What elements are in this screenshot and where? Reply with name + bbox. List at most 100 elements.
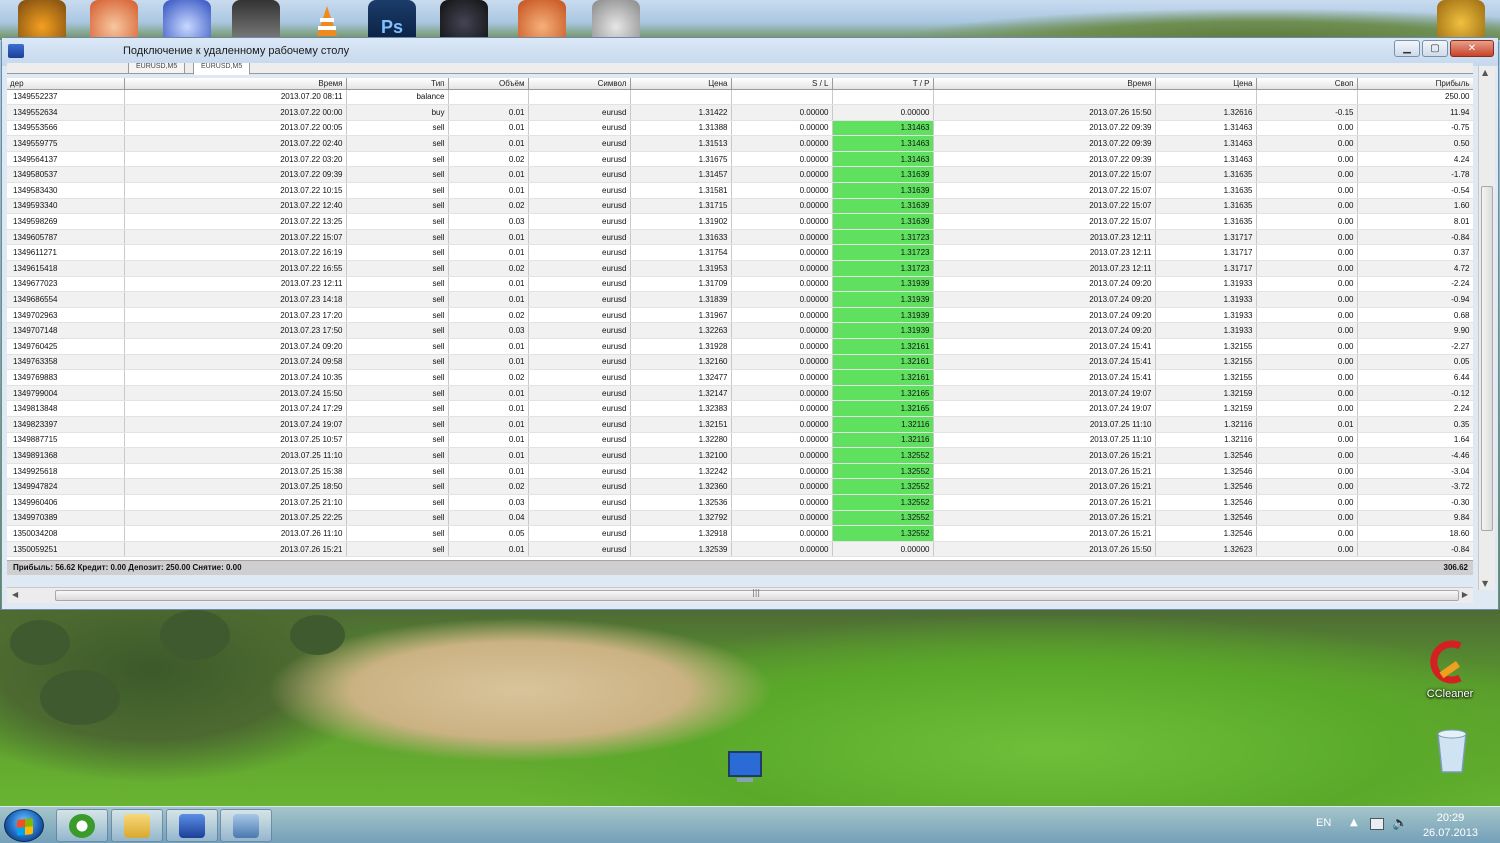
- scroll-up-icon[interactable]: ▲: [1482, 68, 1488, 77]
- table-row[interactable]: 1349702963 2013.07.23 17:20 sell 0.02 eurusd…: [7, 307, 1473, 324]
- table-cell: 0.00: [1256, 151, 1358, 168]
- column-header[interactable]: Цена: [630, 78, 732, 90]
- maximize-button[interactable]: ▢: [1422, 40, 1448, 57]
- vertical-scrollbar[interactable]: ▲ ▼: [1478, 66, 1495, 590]
- video-player-icon[interactable]: [163, 0, 211, 38]
- remote-desktop-shortcut[interactable]: [722, 748, 766, 790]
- table-cell: 0.00: [1256, 135, 1358, 152]
- table-cell: sell: [346, 166, 449, 184]
- horizontal-scrollbar[interactable]: ◀ ||| ▶: [7, 587, 1473, 603]
- close-button[interactable]: ✕: [1450, 40, 1494, 57]
- taskbar-utorrent[interactable]: [56, 809, 108, 842]
- camera-icon[interactable]: [440, 0, 488, 38]
- table-cell: 2013.07.23 12:11: [124, 276, 347, 293]
- table-row[interactable]: 1350059251 2013.07.26 15:21 sell 0.01 eurusd…: [7, 541, 1473, 558]
- scroll-right-icon[interactable]: ▶: [1462, 590, 1468, 599]
- table-cell: 2013.07.24 09:20: [933, 276, 1156, 293]
- minimize-button[interactable]: ▁: [1394, 40, 1420, 57]
- table-row[interactable]: 1349769883 2013.07.24 10:35 sell 0.02 eurusd…: [7, 369, 1473, 386]
- column-header[interactable]: Тип: [346, 78, 449, 90]
- column-header[interactable]: Цена: [1155, 78, 1257, 90]
- table-row[interactable]: 1349891368 2013.07.25 11:10 sell 0.01 eurusd…: [7, 447, 1473, 464]
- column-header[interactable]: Время: [124, 78, 347, 90]
- table-row[interactable]: 1350034208 2013.07.26 11:10 sell 0.05 eurusd…: [7, 525, 1473, 542]
- media-player-icon[interactable]: [90, 0, 138, 38]
- table-cell: 0.00000: [731, 276, 833, 293]
- volume-icon[interactable]: 🔈: [1392, 816, 1408, 831]
- table-cell: 0.01: [448, 166, 529, 184]
- vlc-icon[interactable]: [303, 0, 351, 38]
- globe-icon[interactable]: [1437, 0, 1485, 38]
- table-row[interactable]: 1349960406 2013.07.25 21:10 sell 0.03 eurusd…: [7, 494, 1473, 511]
- table-row[interactable]: 1349564137 2013.07.22 03:20 sell 0.02 eurusd…: [7, 151, 1473, 168]
- table-row[interactable]: 1349823397 2013.07.24 19:07 sell 0.01 eurusd…: [7, 416, 1473, 433]
- language-indicator[interactable]: EN: [1316, 817, 1331, 829]
- clock[interactable]: 20:29 26.07.2013: [1423, 811, 1478, 841]
- table-row[interactable]: 1349925618 2013.07.25 15:38 sell 0.01 eurusd…: [7, 463, 1473, 480]
- table-row[interactable]: 1349598269 2013.07.22 13:25 sell 0.03 eurusd…: [7, 213, 1473, 230]
- column-header[interactable]: Время: [933, 78, 1156, 90]
- table-cell: 0.02: [448, 307, 529, 324]
- table-cell: 0.03: [448, 494, 529, 511]
- table-row[interactable]: 1349552237 2013.07.20 08:11 balance 250.00: [7, 89, 1473, 106]
- taskbar-explorer[interactable]: [111, 809, 163, 842]
- show-hidden-icons-icon[interactable]: ▲: [1350, 817, 1358, 828]
- table-row[interactable]: 1349813848 2013.07.24 17:29 sell 0.01 eurusd…: [7, 400, 1473, 417]
- column-header[interactable]: Своп: [1256, 78, 1358, 90]
- tab-chart-1[interactable]: EURUSD,M5: [128, 63, 186, 74]
- column-header[interactable]: Прибыль: [1357, 78, 1473, 90]
- network-icon[interactable]: [1370, 818, 1384, 830]
- table-row[interactable]: 1349799004 2013.07.24 15:50 sell 0.01 eurusd…: [7, 385, 1473, 402]
- table-row[interactable]: 1349763358 2013.07.24 09:58 sell 0.01 eurusd…: [7, 354, 1473, 371]
- chart-tabstrip: EURUSD,M5 EURUSD,M5: [7, 63, 1473, 75]
- table-row[interactable]: 1349677023 2013.07.23 12:11 sell 0.01 eurusd…: [7, 276, 1473, 293]
- column-header[interactable]: Символ: [528, 78, 631, 90]
- taskbar-book[interactable]: [220, 809, 272, 842]
- table-row[interactable]: 1349559775 2013.07.22 02:40 sell 0.01 eurusd…: [7, 135, 1473, 152]
- column-header[interactable]: S / L: [731, 78, 833, 90]
- taskbar-remote-desktop[interactable]: [166, 809, 218, 842]
- table-row[interactable]: 1349615418 2013.07.22 16:55 sell 0.02 eurusd…: [7, 260, 1473, 277]
- table-cell: 1.31939: [832, 276, 934, 293]
- table-row[interactable]: 1349760425 2013.07.24 09:20 sell 0.01 eurusd…: [7, 338, 1473, 355]
- table-row[interactable]: 1349947824 2013.07.25 18:50 sell 0.02 eurusd…: [7, 478, 1473, 495]
- table-row[interactable]: 1349552634 2013.07.22 00:00 buy 0.01 eurusd 1…: [7, 104, 1473, 121]
- avast-icon[interactable]: [18, 0, 66, 38]
- recycle-bin-shortcut[interactable]: [1432, 726, 1472, 778]
- column-header[interactable]: T / P: [832, 78, 934, 90]
- table-row[interactable]: 1349605787 2013.07.22 15:07 sell 0.01 eurusd…: [7, 229, 1473, 246]
- tab-chart-2[interactable]: EURUSD,M5: [193, 63, 251, 75]
- table-cell: 1349947824: [7, 478, 125, 495]
- column-header[interactable]: дер: [7, 78, 125, 90]
- vertical-scroll-thumb[interactable]: [1481, 186, 1493, 531]
- table-cell: [832, 89, 934, 106]
- table-cell: 0.01: [448, 338, 529, 355]
- table-cell: 1349559775: [7, 135, 125, 152]
- capture-icon[interactable]: [592, 0, 640, 38]
- table-cell: 1350059251: [7, 541, 125, 558]
- table-cell: 1.32552: [832, 478, 934, 495]
- table-cell: 2013.07.23 12:11: [933, 260, 1156, 277]
- scroll-left-icon[interactable]: ◀: [12, 590, 18, 599]
- photoshop-icon[interactable]: Ps: [368, 0, 416, 38]
- scroll-down-icon[interactable]: ▼: [1482, 579, 1488, 588]
- table-cell: sell: [346, 400, 449, 417]
- column-header[interactable]: Объём: [448, 78, 529, 90]
- table-cell: 2013.07.26 15:21: [933, 510, 1156, 527]
- table-row[interactable]: 1349553566 2013.07.22 00:05 sell 0.01 eurusd…: [7, 120, 1473, 137]
- window-titlebar[interactable]: Подключение к удаленному рабочему столу …: [2, 38, 1498, 66]
- table-row[interactable]: 1349686554 2013.07.23 14:18 sell 0.01 eurusd…: [7, 291, 1473, 308]
- table-row[interactable]: 1349580537 2013.07.22 09:39 sell 0.01 eurusd…: [7, 166, 1473, 184]
- table-row[interactable]: 1349611271 2013.07.22 16:19 sell 0.01 eurusd…: [7, 244, 1473, 262]
- table-cell: 1.32552: [832, 463, 934, 480]
- table-row[interactable]: 1349593340 2013.07.22 12:40 sell 0.02 eurusd…: [7, 198, 1473, 215]
- ccleaner-shortcut[interactable]: CCleaner: [1418, 640, 1482, 700]
- start-button[interactable]: [4, 809, 44, 842]
- burner-icon[interactable]: [518, 0, 566, 38]
- table-row[interactable]: 1349970389 2013.07.25 22:25 sell 0.04 eurusd…: [7, 510, 1473, 527]
- table-row[interactable]: 1349887715 2013.07.25 10:57 sell 0.01 eurusd…: [7, 432, 1473, 449]
- media-classic-icon[interactable]: [232, 0, 280, 38]
- table-cell: 1349970389: [7, 510, 125, 527]
- table-row[interactable]: 1349583430 2013.07.22 10:15 sell 0.01 eurusd…: [7, 182, 1473, 199]
- table-row[interactable]: 1349707148 2013.07.23 17:50 sell 0.03 eurusd…: [7, 322, 1473, 339]
